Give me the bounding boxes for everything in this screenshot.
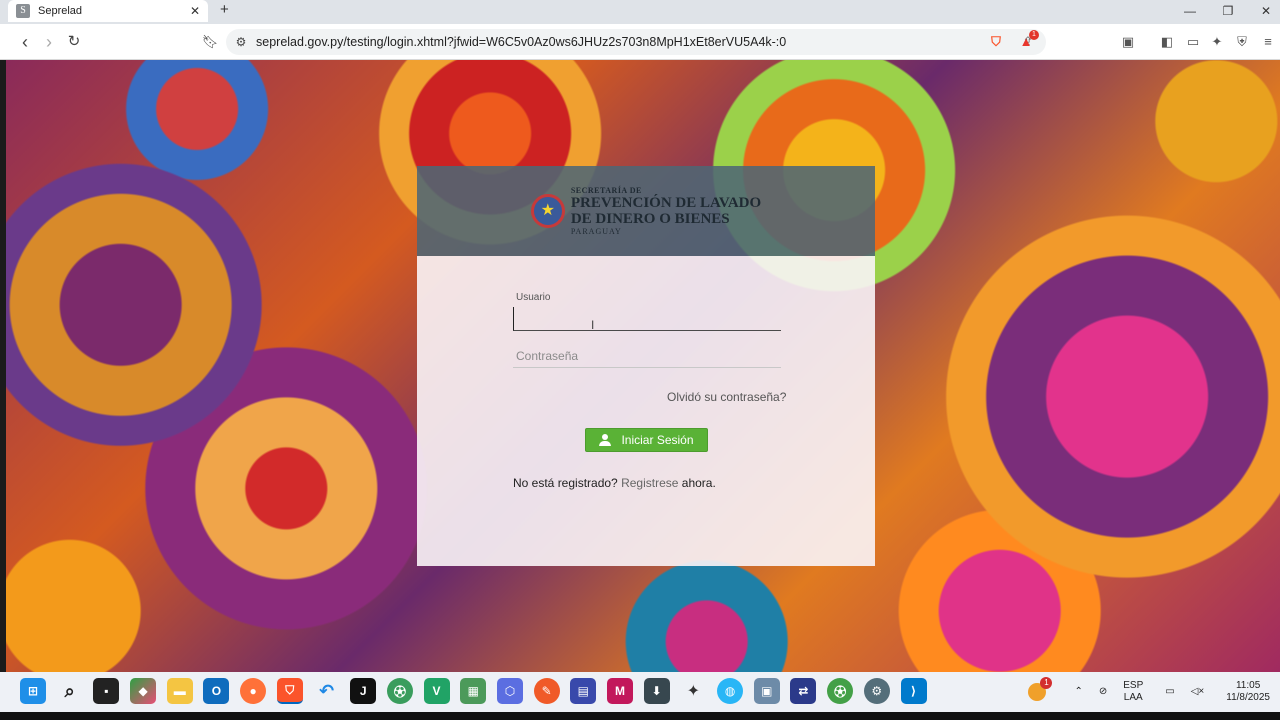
login-button-label: Iniciar Sesión bbox=[621, 433, 694, 447]
sidebar-icon[interactable]: ◧ bbox=[1157, 32, 1177, 52]
search-icon[interactable]: ⌕ bbox=[57, 678, 83, 704]
wallet-icon[interactable]: ▭ bbox=[1183, 32, 1203, 52]
login-card: ★ SECRETARÍA DE PREVENCIÓN DE LAVADO DE … bbox=[417, 166, 875, 566]
jetbrains-icon[interactable]: J bbox=[350, 678, 377, 704]
logo-line2: DE DINERO O BIENES bbox=[570, 211, 730, 227]
browser-toolbar: ‹ › ↻ 🔖︎ ⚙ seprelad.gov.py/testing/login… bbox=[0, 24, 1280, 60]
page-background: ★ SECRETARÍA DE PREVENCIÓN DE LAVADO DE … bbox=[6, 60, 1280, 672]
leo-ai-icon[interactable]: ✦ bbox=[1207, 32, 1227, 52]
file-explorer-icon[interactable]: ▬ bbox=[166, 678, 193, 704]
restore-icon[interactable]: ❐ bbox=[1210, 0, 1246, 22]
register-prompt: No está registrado? Registrese ahora. bbox=[513, 476, 716, 490]
forgot-password-link[interactable]: Olvidó su contraseña? bbox=[667, 390, 786, 404]
vscode-icon[interactable]: ⟩ bbox=[900, 678, 927, 704]
address-bar[interactable]: ⚙ seprelad.gov.py/testing/login.xhtml?jf… bbox=[226, 29, 1046, 55]
text-cursor-icon: I bbox=[591, 318, 595, 332]
tab-title: Seprelad bbox=[38, 5, 83, 17]
cat-app-icon[interactable]: ✦ bbox=[680, 678, 706, 704]
display-icon[interactable]: ▭ bbox=[1165, 686, 1174, 698]
time: 11:05 bbox=[1235, 680, 1261, 691]
brave-browser-icon[interactable]: ⛉ bbox=[276, 678, 303, 704]
url-text[interactable]: seprelad.gov.py/testing/login.xhtml?jfwi… bbox=[256, 35, 1018, 49]
password-input[interactable] bbox=[513, 344, 781, 368]
window-close-icon[interactable]: ✕ bbox=[1248, 0, 1280, 22]
register-suffix: ahora. bbox=[681, 476, 716, 490]
bookmark-icon[interactable]: 🔖︎ bbox=[199, 32, 221, 52]
user-icon bbox=[599, 434, 612, 446]
language-indicator[interactable]: ESP LAA bbox=[1123, 680, 1143, 704]
chevron-up-icon[interactable]: ⌃ bbox=[1074, 686, 1082, 698]
firefox-icon[interactable]: ● bbox=[240, 678, 267, 704]
arrow-app-icon[interactable]: ↶ bbox=[314, 678, 340, 704]
minimize-icon[interactable]: — bbox=[1172, 0, 1208, 22]
settings-icon[interactable]: ⚙ bbox=[863, 678, 890, 704]
screen-bottom-edge bbox=[0, 712, 1280, 720]
v-app-icon[interactable]: V bbox=[423, 678, 450, 704]
forward-icon[interactable]: › bbox=[38, 32, 60, 52]
browser-tab[interactable]: S Seprelad ✕ bbox=[8, 0, 208, 22]
back-icon[interactable]: ‹ bbox=[14, 32, 36, 52]
windows-start-icon[interactable]: ⊞ bbox=[20, 678, 46, 704]
brave-shields-icon[interactable]: ⛉ bbox=[986, 32, 1006, 52]
system-tray: 1 ⌃ ⊘ ESP LAA ▭ ◁× 11:05 11/8/2025 bbox=[1020, 672, 1280, 712]
download-app-icon[interactable]: ⬇ bbox=[643, 678, 670, 704]
network-off-icon[interactable]: ⊘ bbox=[1099, 686, 1107, 698]
screenshot-icon[interactable]: ▣ bbox=[1118, 32, 1138, 52]
login-button[interactable]: Iniciar Sesión bbox=[585, 428, 708, 452]
soccer-app-2-icon[interactable]: ⚽︎ bbox=[827, 678, 854, 704]
seprelad-logo: ★ SECRETARÍA DE PREVENCIÓN DE LAVADO DE … bbox=[530, 186, 761, 236]
rewards-badge: 1 bbox=[1029, 30, 1039, 40]
date: 11/8/2025 bbox=[1226, 692, 1270, 703]
logo-line1: PREVENCIÓN DE LAVADO bbox=[570, 195, 762, 211]
logo-country: PARAGUAY bbox=[570, 227, 622, 236]
taskbar: ⊞ ⌕ ▪ ◆ ▬ O ● ⛉ ↶ J ⚽︎ V ▦ ⬡ ✎ ▤ M ⬇ ✦ ◍… bbox=[0, 672, 1280, 712]
tab-strip: S Seprelad ✕ + — ❐ ✕ bbox=[0, 0, 1280, 24]
user-label: Usuario bbox=[516, 292, 551, 303]
spreadsheet-icon[interactable]: ▦ bbox=[460, 678, 487, 704]
clock[interactable]: 11:05 11/8/2025 bbox=[1226, 680, 1270, 704]
speaker-muted-icon[interactable]: ◁× bbox=[1191, 686, 1205, 698]
postman-icon[interactable]: ✎ bbox=[533, 678, 560, 704]
m-app-icon[interactable]: M bbox=[607, 678, 633, 704]
save-app-icon[interactable]: ▤ bbox=[570, 678, 597, 704]
register-prefix: No está registrado? bbox=[513, 476, 618, 490]
logo-text: SECRETARÍA DE PREVENCIÓN DE LAVADO DE DI… bbox=[571, 186, 761, 236]
register-link[interactable]: Registrese bbox=[621, 476, 678, 490]
menu-icon[interactable]: ≡ bbox=[1258, 32, 1278, 52]
paraguay-star-icon: ★ bbox=[530, 194, 565, 228]
vpn-icon[interactable]: ⛨ bbox=[1232, 32, 1252, 52]
notification-count: 1 bbox=[1040, 677, 1053, 689]
card-header: ★ SECRETARÍA DE PREVENCIÓN DE LAVADO DE … bbox=[417, 166, 875, 256]
outlook-icon[interactable]: O bbox=[203, 678, 230, 704]
language-line1: ESP bbox=[1123, 680, 1144, 691]
tab-close-icon[interactable]: ✕ bbox=[190, 4, 200, 18]
task-view-icon[interactable]: ▪ bbox=[93, 678, 120, 704]
login-form: Usuario I Olvidó su contraseña? Iniciar … bbox=[417, 256, 875, 566]
site-favicon-icon: S bbox=[16, 4, 30, 18]
cube-icon[interactable]: ⬡ bbox=[496, 678, 523, 704]
reload-icon[interactable]: ↻ bbox=[63, 32, 85, 52]
network-app-icon[interactable]: ⇄ bbox=[790, 678, 817, 704]
language-line2: LAA bbox=[1123, 692, 1143, 703]
copilot-icon[interactable]: ◆ bbox=[130, 678, 157, 704]
soccer-app-icon[interactable]: ⚽︎ bbox=[386, 678, 413, 704]
username-input[interactable] bbox=[513, 307, 781, 331]
new-tab-icon[interactable]: + bbox=[220, 1, 229, 18]
globe-app-icon[interactable]: ◍ bbox=[717, 678, 744, 704]
logo-sup: SECRETARÍA DE bbox=[570, 186, 642, 195]
taskbar-apps: ⊞ ⌕ ▪ ◆ ▬ O ● ⛉ ↶ J ⚽︎ V ▦ ⬡ ✎ ▤ M ⬇ ✦ ◍… bbox=[20, 678, 937, 704]
notification-app[interactable]: 1 bbox=[1028, 677, 1053, 701]
notification-icon: 1 bbox=[1028, 677, 1053, 701]
image-app-icon[interactable]: ▣ bbox=[753, 678, 780, 704]
brave-rewards-icon[interactable]: ▲ 1 bbox=[1016, 30, 1039, 52]
site-settings-icon[interactable]: ⚙ bbox=[226, 35, 256, 49]
